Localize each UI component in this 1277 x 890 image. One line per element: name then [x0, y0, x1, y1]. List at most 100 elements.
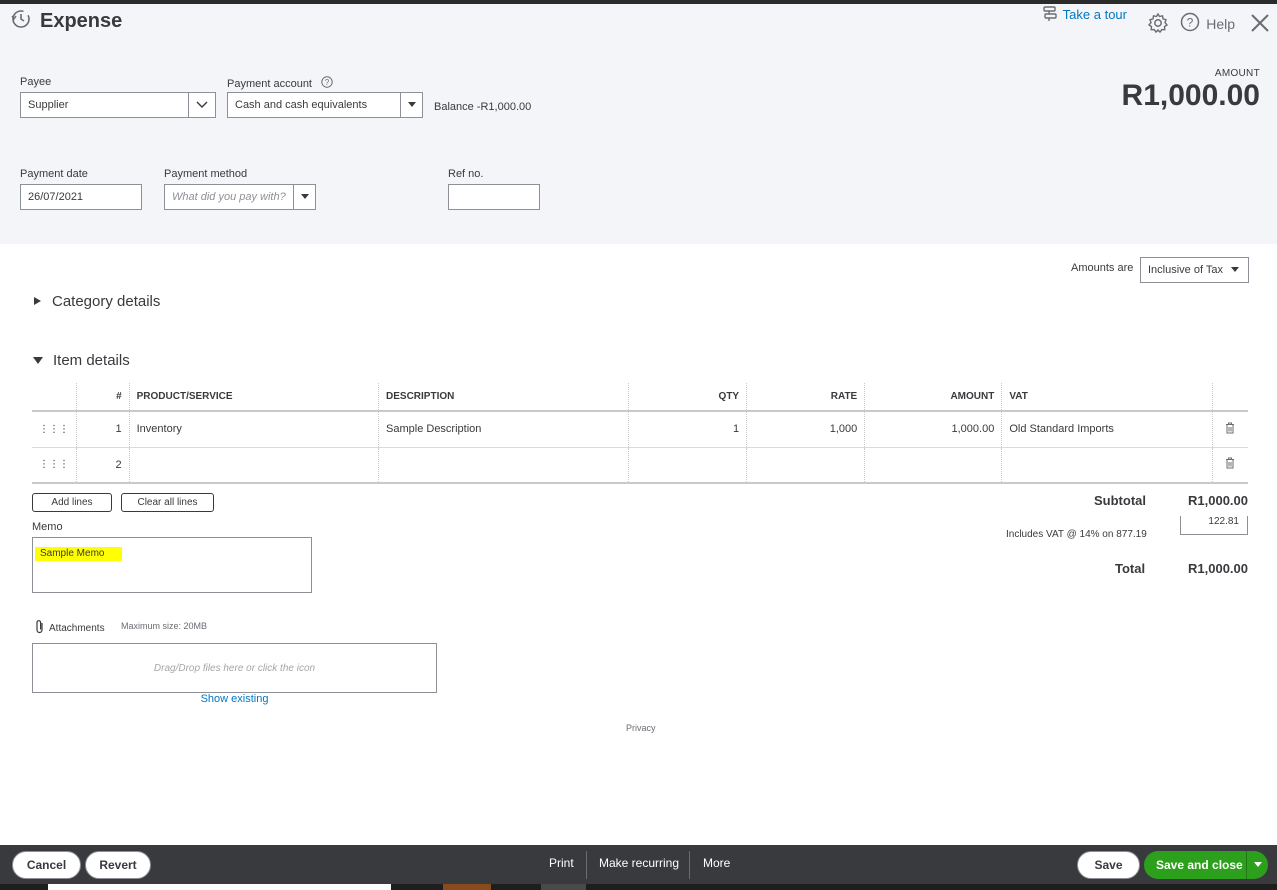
vat-cell[interactable] [1001, 447, 1213, 484]
save-and-close-button[interactable]: Save and close [1144, 851, 1268, 879]
item-details-toggle[interactable]: Item details [33, 352, 130, 369]
cancel-button[interactable]: Cancel [12, 851, 81, 879]
take-tour-link[interactable]: Take a tour [1041, 4, 1127, 25]
vat-summary-label: Includes VAT @ 14% on 877.19 [1006, 529, 1147, 540]
memo-textarea[interactable]: Sample Memo [32, 537, 312, 593]
trash-icon[interactable] [1212, 411, 1248, 448]
drag-handle-icon[interactable]: ⋮⋮⋮ [32, 411, 77, 448]
category-details-toggle[interactable]: Category details [33, 293, 160, 310]
recent-transactions-icon[interactable] [10, 8, 32, 35]
footer-divider [689, 851, 690, 879]
items-table: # PRODUCT/SERVICE DESCRIPTION QTY RATE A… [32, 383, 1248, 484]
close-icon[interactable] [1249, 12, 1271, 39]
make-recurring-link[interactable]: Make recurring [599, 856, 679, 870]
more-link[interactable]: More [703, 856, 730, 870]
print-link[interactable]: Print [549, 856, 574, 870]
table-header-row: # PRODUCT/SERVICE DESCRIPTION QTY RATE A… [32, 383, 1248, 412]
info-icon[interactable]: ? [321, 76, 333, 91]
caret-down-icon[interactable] [1222, 258, 1248, 282]
trash-icon[interactable] [1212, 447, 1248, 484]
page-title: Expense [40, 10, 123, 32]
amount-value: R1,000.00 [1121, 79, 1260, 112]
column-header-description: DESCRIPTION [378, 383, 630, 412]
ref-no-field[interactable] [448, 184, 540, 210]
save-and-close-label: Save and close [1156, 858, 1243, 872]
qty-cell[interactable] [628, 447, 748, 484]
chevron-down-icon[interactable] [188, 93, 215, 117]
svg-text:?: ? [325, 78, 330, 87]
payment-method-placeholder: What did you pay with? [172, 191, 286, 203]
rate-cell[interactable] [746, 447, 866, 484]
payment-date-value: 26/07/2021 [28, 191, 84, 203]
amounts-are-select[interactable]: Inclusive of Tax [1140, 257, 1249, 283]
amount-cell[interactable]: 1,000.00 [864, 411, 1003, 448]
help-button[interactable]: ? Help [1180, 12, 1235, 35]
privacy-link[interactable]: Privacy [626, 723, 656, 733]
drag-handle-icon[interactable]: ⋮⋮⋮ [32, 447, 77, 484]
payee-label: Payee [20, 76, 52, 88]
product-cell[interactable]: Inventory [129, 411, 380, 448]
memo-value: Sample Memo [35, 547, 123, 561]
taskbar-app-icon[interactable] [443, 884, 491, 890]
paperclip-icon[interactable] [34, 619, 46, 638]
total-value: R1,000.00 [1188, 561, 1248, 576]
payment-date-field[interactable]: 26/07/2021 [20, 184, 142, 210]
show-existing-link[interactable]: Show existing [32, 693, 437, 705]
take-tour-label: Take a tour [1062, 7, 1127, 22]
settings-gear-icon[interactable] [1147, 12, 1169, 39]
description-cell[interactable]: Sample Description [378, 411, 630, 448]
taskbar-strip [0, 884, 1277, 890]
signpost-icon [1041, 4, 1059, 25]
payment-account-label: Payment account [227, 77, 312, 90]
qty-cell[interactable]: 1 [628, 411, 748, 448]
revert-button[interactable]: Revert [85, 851, 151, 879]
total-label: Total [1115, 561, 1146, 576]
payment-date-label: Payment date [20, 168, 88, 180]
vat-cell[interactable]: Old Standard Imports [1001, 411, 1213, 448]
payment-account-label-row: Payment account ? [227, 76, 333, 91]
payment-account-value: Cash and cash equivalents [235, 99, 368, 111]
vat-amount-field[interactable]: 122.81 [1180, 516, 1248, 535]
payment-account-select[interactable]: Cash and cash equivalents [227, 92, 423, 118]
product-cell[interactable] [129, 447, 380, 484]
category-details-title: Category details [52, 293, 161, 310]
ref-no-label: Ref no. [448, 168, 484, 180]
save-button[interactable]: Save [1077, 851, 1140, 879]
description-cell[interactable] [378, 447, 630, 484]
help-circle-icon: ? [1180, 12, 1200, 35]
amount-cell[interactable] [864, 447, 1003, 484]
delete-column-header [1212, 383, 1248, 412]
triangle-right-icon [33, 293, 42, 310]
attachments-label: Attachments [49, 623, 105, 634]
taskbar-app-icon[interactable] [541, 884, 586, 890]
table-row[interactable]: ⋮⋮⋮ 1 Inventory Sample Description 1 1,0… [32, 411, 1248, 448]
payee-select[interactable]: Supplier [20, 92, 216, 118]
memo-label: Memo [32, 521, 63, 533]
drop-zone-text: Drag/Drop files here or click the icon [153, 662, 316, 674]
add-lines-button[interactable]: Add lines [32, 493, 112, 512]
svg-text:?: ? [1187, 16, 1194, 30]
column-header-qty: QTY [628, 383, 748, 412]
attachment-drop-zone[interactable]: Drag/Drop files here or click the icon [32, 643, 437, 693]
item-details-title: Item details [53, 352, 130, 369]
row-number: 2 [76, 447, 130, 484]
table-row[interactable]: ⋮⋮⋮ 2 [32, 447, 1248, 484]
amounts-are-label: Amounts are [1071, 262, 1134, 274]
rate-cell[interactable]: 1,000 [746, 411, 866, 448]
clear-all-lines-button[interactable]: Clear all lines [121, 493, 214, 512]
subtotal-label: Subtotal [1094, 493, 1146, 508]
caret-down-icon[interactable] [400, 93, 422, 117]
column-header-rate: RATE [746, 383, 866, 412]
subtotal-value: R1,000.00 [1188, 493, 1248, 508]
drag-column-header [32, 383, 77, 412]
triangle-down-icon [33, 352, 43, 369]
caret-down-icon[interactable] [1246, 851, 1268, 879]
payment-method-select[interactable]: What did you pay with? [164, 184, 316, 210]
taskbar-search-box[interactable] [48, 884, 391, 890]
max-size-text: Maximum size: 20MB [121, 621, 208, 631]
column-header-number: # [76, 383, 130, 412]
caret-down-icon[interactable] [293, 185, 315, 209]
attachments-header: Attachments [34, 619, 105, 638]
row-number: 1 [76, 411, 130, 448]
payee-value: Supplier [28, 99, 69, 111]
